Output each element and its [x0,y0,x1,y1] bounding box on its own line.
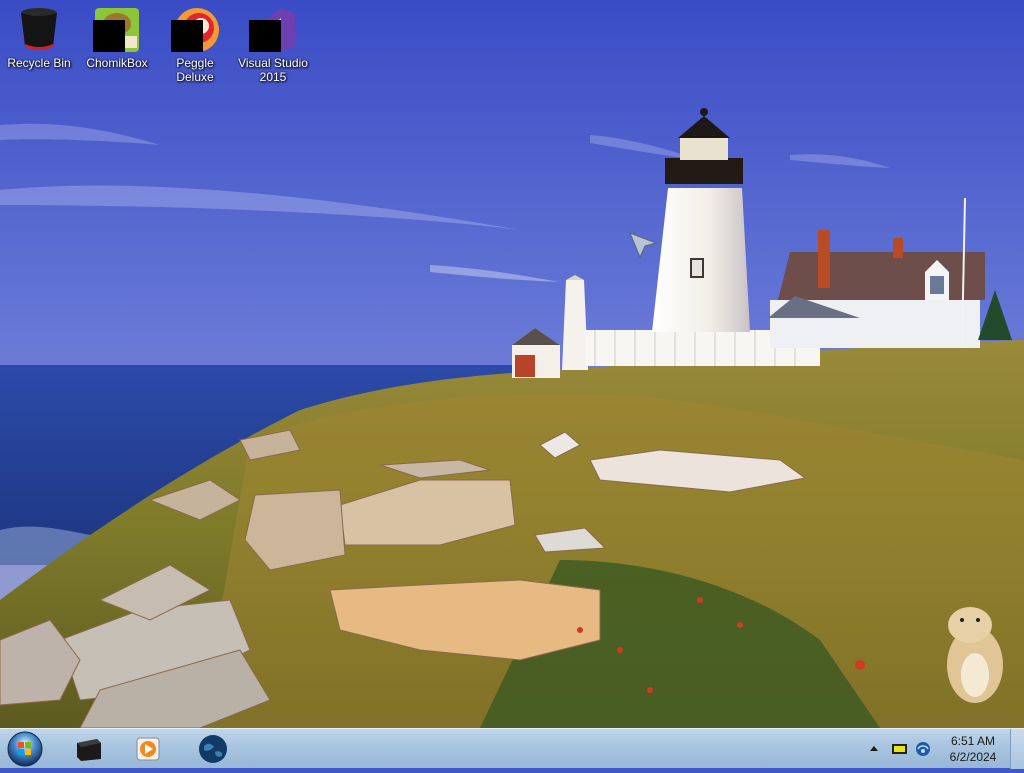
desktop-icon-visual-studio[interactable]: Visual Studio 2015 [235,4,311,84]
network-icon[interactable] [915,741,931,757]
desktop-icon-recycle-bin[interactable]: Recycle Bin [1,4,77,70]
desktop-wallpaper [0,0,1024,728]
desktop-icon-label: Visual Studio 2015 [238,56,308,84]
peggle-icon [171,4,219,52]
desktop-icon-label: Peggle Deluxe [176,56,214,84]
media-player-icon [136,737,160,761]
redacted-block [249,20,281,52]
desktop-icon-label: Recycle Bin [7,56,71,70]
globe-app-icon [199,735,227,763]
chomikbox-icon [93,4,141,52]
taskbar-app-black-box[interactable] [66,731,110,767]
start-button[interactable] [5,730,45,768]
desktop-icon-label: ChomikBox [86,56,148,70]
taskbar: 6:51 AM 6/2/2024 [0,728,1024,769]
battery-icon[interactable] [891,741,907,757]
black-box-app-icon [77,739,101,761]
taskbar-app-globe[interactable] [191,731,235,767]
show-hidden-icons-icon[interactable] [866,741,882,757]
clock-time: 6:51 AM [950,734,996,748]
clock-date: 6/2/2024 [949,750,997,764]
show-desktop-button[interactable] [1010,729,1024,769]
recycle-bin-icon [15,4,63,52]
desktop-icon-chomikbox[interactable]: ChomikBox [79,4,155,70]
redacted-block [171,20,203,52]
taskbar-app-media-player[interactable] [126,731,170,767]
desktop-icon-peggle-deluxe[interactable]: Peggle Deluxe [157,4,233,84]
redacted-block [93,20,125,52]
visual-studio-icon [249,4,297,52]
system-clock[interactable]: 6:51 AM 6/2/2024 [941,733,1005,765]
